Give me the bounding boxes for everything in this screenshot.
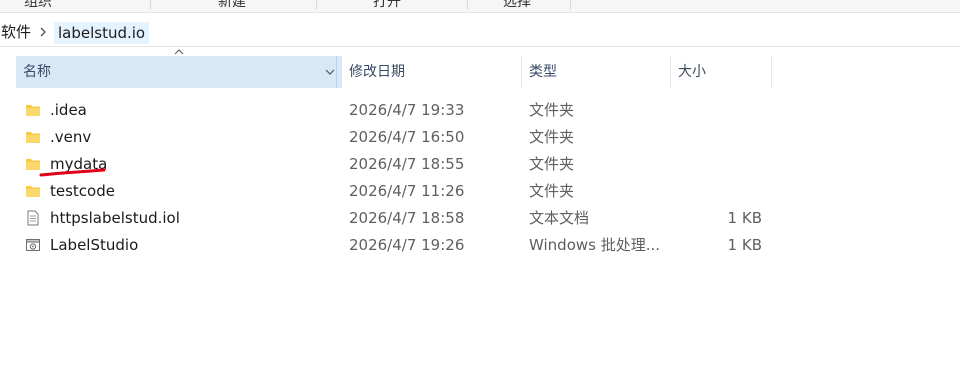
- folder-icon: [26, 132, 40, 143]
- column-header-modified[interactable]: 修改日期: [342, 56, 521, 88]
- ribbon-new[interactable]: 新建: [218, 0, 246, 11]
- file-size: 1 KB: [727, 209, 762, 227]
- file-modified: 2026/4/7 11:26: [349, 182, 465, 200]
- ribbon-separator: [570, 0, 571, 10]
- ribbon-separator: [316, 0, 317, 10]
- file-modified: 2026/4/7 16:50: [349, 128, 465, 146]
- folder-icon: [26, 105, 40, 116]
- folder-icon: [26, 186, 40, 197]
- ribbon-select[interactable]: 选择: [503, 0, 531, 11]
- column-header-size-label: 大小: [678, 64, 706, 80]
- ribbon-separator: [150, 0, 151, 10]
- file-name: httpslabelstud.iol: [50, 209, 180, 227]
- column-divider[interactable]: [771, 56, 772, 88]
- file-name: LabelStudio: [50, 236, 139, 254]
- file-type: 文件夹: [529, 155, 575, 173]
- column-header-name[interactable]: 名称: [16, 49, 341, 88]
- file-modified: 2026/4/7 19:26: [349, 236, 465, 254]
- file-row[interactable]: testcode 2026/4/7 11:26 文件夹: [16, 178, 776, 205]
- column-headers: 名称 修改日期 类型 大小: [0, 49, 960, 88]
- ribbon-separator: [467, 0, 468, 10]
- batch-file-icon: [26, 239, 40, 251]
- file-name: .idea: [50, 101, 87, 119]
- file-row[interactable]: mydata 2026/4/7 18:55 文件夹: [16, 151, 776, 178]
- column-header-size[interactable]: 大小: [671, 56, 771, 88]
- file-row[interactable]: .idea 2026/4/7 19:33 文件夹: [16, 97, 776, 124]
- file-name: testcode: [50, 182, 115, 200]
- file-type: Windows 批处理...: [529, 236, 661, 254]
- ribbon-organize[interactable]: 组织: [24, 0, 52, 11]
- chevron-down-icon[interactable]: [324, 66, 336, 78]
- file-row[interactable]: .venv 2026/4/7 16:50 文件夹: [16, 124, 776, 151]
- breadcrumb-current[interactable]: labelstud.io: [54, 22, 150, 44]
- file-type: 文件夹: [529, 101, 575, 119]
- file-modified: 2026/4/7 18:55: [349, 155, 465, 173]
- file-modified: 2026/4/7 19:33: [349, 101, 465, 119]
- file-type: 文本文档: [529, 209, 590, 227]
- breadcrumb-root[interactable]: 软件: [1, 22, 31, 42]
- column-header-name-label: 名称: [23, 64, 51, 80]
- file-type: 文件夹: [529, 182, 575, 200]
- sort-ascending-icon: [174, 49, 184, 55]
- column-header-type-label: 类型: [529, 64, 557, 80]
- file-size: 1 KB: [727, 236, 762, 254]
- breadcrumb: 软件 labelstud.io: [0, 19, 960, 47]
- column-divider[interactable]: [336, 56, 337, 88]
- column-header-modified-label: 修改日期: [349, 64, 405, 80]
- file-row[interactable]: httpslabelstud.iol 2026/4/7 18:58 文本文档 1…: [16, 205, 776, 232]
- ribbon-open[interactable]: 打开: [373, 0, 401, 11]
- chevron-right-icon[interactable]: [37, 25, 49, 39]
- file-type: 文件夹: [529, 128, 575, 146]
- text-document-icon: [27, 210, 39, 226]
- column-header-type[interactable]: 类型: [522, 56, 670, 88]
- ribbon-toolbar: 组织 新建 打开 选择: [0, 0, 960, 13]
- file-name: .venv: [50, 128, 92, 146]
- file-modified: 2026/4/7 18:58: [349, 209, 465, 227]
- red-underline-annotation: [39, 168, 106, 177]
- file-row[interactable]: LabelStudio 2026/4/7 19:26 Windows 批处理..…: [16, 232, 776, 259]
